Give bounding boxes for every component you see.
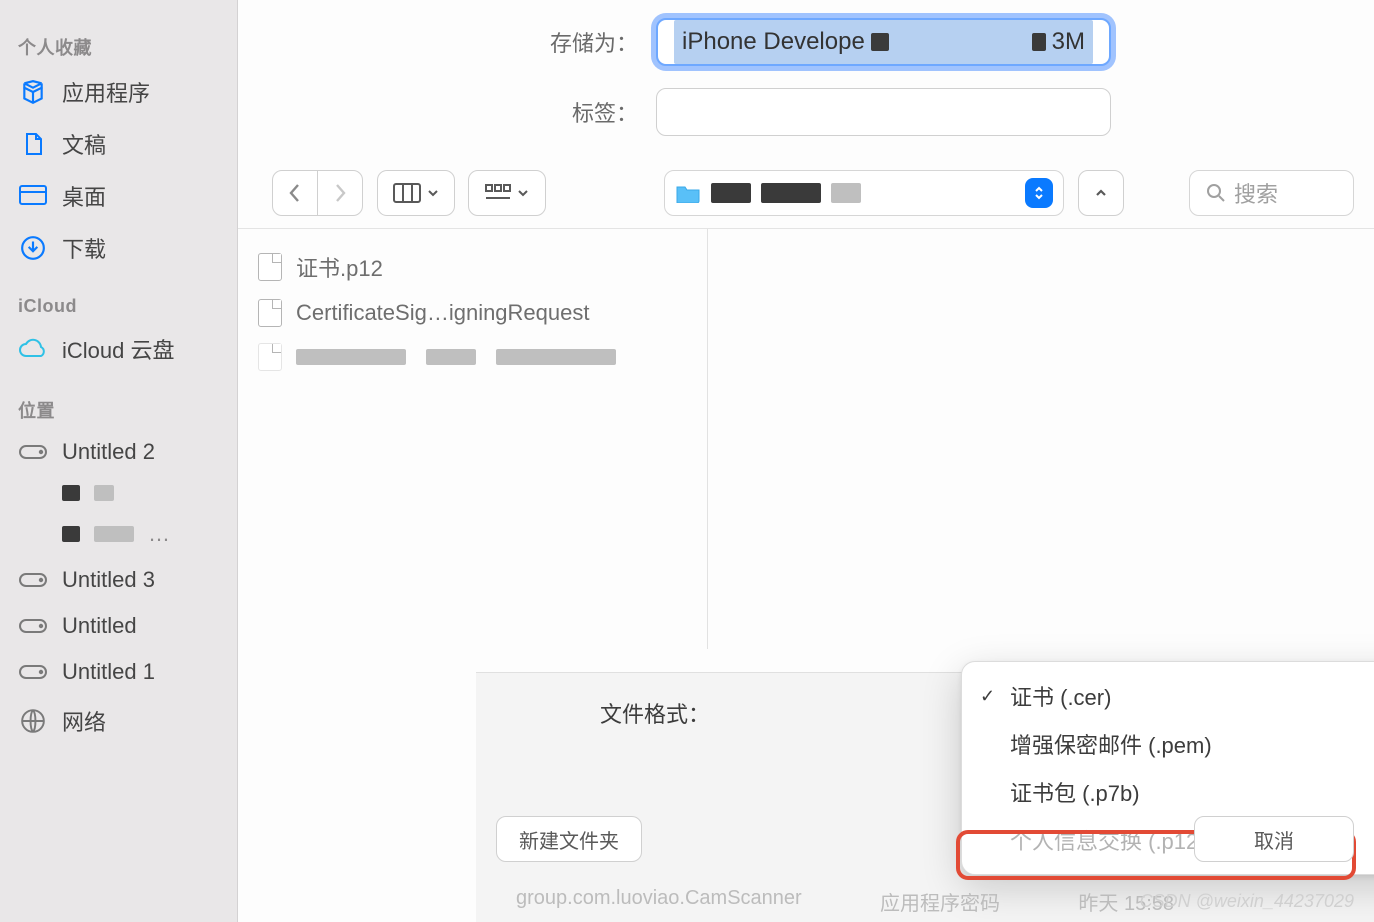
downloads-icon — [18, 235, 48, 261]
sidebar-section-locations: 位置 — [0, 375, 237, 429]
collapse-button[interactable] — [1078, 170, 1124, 216]
drive-icon — [18, 617, 48, 635]
sidebar-item-untitled2[interactable]: Untitled 2 — [0, 429, 237, 475]
save-as-input[interactable]: iPhone Develope 3M — [656, 18, 1111, 66]
behind-row: group.com.luoviao.CamScanner 应用程序密码 昨天 1… — [516, 887, 1174, 916]
sidebar-item-untitled1[interactable]: Untitled 1 — [0, 649, 237, 695]
view-group-button[interactable] — [468, 170, 546, 216]
dropdown-option-label: 证书 (.cer) — [1010, 680, 1111, 712]
tags-input[interactable] — [656, 88, 1111, 136]
sidebar-item-untitled[interactable]: Untitled — [0, 603, 237, 649]
folder-icon — [675, 183, 701, 203]
sidebar-item-icloud-drive[interactable]: iCloud 云盘 — [0, 323, 237, 375]
sidebar-item-untitled3[interactable]: Untitled 3 — [0, 557, 237, 603]
dropdown-option-label: 个人信息交换 (.p12) — [1010, 824, 1206, 856]
sidebar: 个人收藏 应用程序 文稿 桌面 下载 iCloud — [0, 0, 238, 922]
filename-prefix: iPhone Develope — [682, 28, 865, 56]
save-as-label: 存储为： — [238, 26, 638, 58]
nav-forward-button[interactable] — [317, 170, 363, 216]
new-folder-label: 新建文件夹 — [519, 825, 619, 854]
sidebar-item-desktop[interactable]: 桌面 — [0, 170, 237, 222]
sidebar-item-label: 应用程序 — [62, 76, 150, 108]
save-dialog: 存储为： iPhone Develope 3M 标签： — [238, 0, 1374, 922]
tags-label: 标签： — [238, 96, 638, 128]
file-icon — [258, 299, 282, 327]
drive-icon — [18, 571, 48, 589]
desktop-icon — [18, 185, 48, 207]
new-folder-button[interactable]: 新建文件夹 — [496, 816, 642, 862]
search-input[interactable]: 搜索 — [1189, 170, 1354, 216]
ellipsis-icon: … — [148, 521, 170, 547]
folder-updown-icon — [1025, 178, 1053, 208]
sidebar-item-documents[interactable]: 文稿 — [0, 118, 237, 170]
sidebar-item-label: 文稿 — [62, 128, 106, 160]
drive-icon — [18, 443, 48, 461]
dropdown-option-label: 增强保密邮件 (.pem) — [1010, 728, 1212, 760]
drive-icon — [18, 663, 48, 681]
search-icon — [1206, 183, 1226, 203]
sidebar-item-applications[interactable]: 应用程序 — [0, 66, 237, 118]
file-icon — [258, 253, 282, 281]
cloud-icon — [18, 338, 48, 360]
checkmark-icon: ✓ — [980, 686, 1000, 707]
sidebar-section-favorites: 个人收藏 — [0, 12, 237, 66]
file-row[interactable]: CertificateSig…igningRequest — [248, 291, 697, 335]
sidebar-item-label: 桌面 — [62, 180, 106, 212]
sidebar-section-icloud: iCloud — [0, 274, 237, 323]
sidebar-item-network[interactable]: 网络 — [0, 695, 237, 747]
sidebar-item-redacted-2[interactable]: … — [0, 511, 237, 557]
folder-location-popup[interactable] — [664, 170, 1064, 216]
dropdown-option-label: 证书包 (.p7b) — [1010, 776, 1140, 808]
file-name: CertificateSig…igningRequest — [296, 300, 590, 326]
dropdown-option-p7b[interactable]: 证书包 (.p7b) — [962, 768, 1374, 816]
dropdown-option-pem[interactable]: 增强保密邮件 (.pem) — [962, 720, 1374, 768]
sidebar-item-label: 网络 — [62, 705, 106, 737]
browser-toolbar: 搜索 — [238, 158, 1374, 229]
file-browser: 证书.p12 CertificateSig…igningRequest — [238, 229, 1374, 649]
sidebar-item-label: Untitled 1 — [62, 659, 155, 685]
sidebar-item-label: Untitled 3 — [62, 567, 155, 593]
bottom-bar: 文件格式： ✓ 证书 (.cer) 增强保密邮件 (.pem) 证书包 (.p7… — [476, 672, 1374, 922]
file-row[interactable]: 证书.p12 — [248, 243, 697, 291]
cancel-label: 取消 — [1254, 825, 1294, 854]
sidebar-item-label: Untitled 2 — [62, 439, 155, 465]
apps-icon — [18, 79, 48, 105]
file-format-label: 文件格式： — [500, 697, 710, 729]
document-icon — [18, 131, 48, 157]
globe-icon — [18, 708, 48, 734]
view-columns-button[interactable] — [377, 170, 455, 216]
nav-back-button[interactable] — [272, 170, 318, 216]
sidebar-item-label: iCloud 云盘 — [62, 333, 174, 365]
file-name: 证书.p12 — [296, 251, 383, 283]
filename-suffix: 3M — [1052, 28, 1085, 56]
file-icon — [258, 343, 282, 371]
file-row[interactable] — [248, 335, 697, 379]
search-placeholder: 搜索 — [1234, 177, 1278, 209]
dropdown-option-cer[interactable]: ✓ 证书 (.cer) — [962, 672, 1374, 720]
sidebar-item-label: 下载 — [62, 232, 106, 264]
cancel-button[interactable]: 取消 — [1194, 816, 1354, 862]
sidebar-item-redacted-1[interactable] — [0, 475, 237, 511]
sidebar-item-label: Untitled — [62, 613, 137, 639]
sidebar-item-downloads[interactable]: 下载 — [0, 222, 237, 274]
